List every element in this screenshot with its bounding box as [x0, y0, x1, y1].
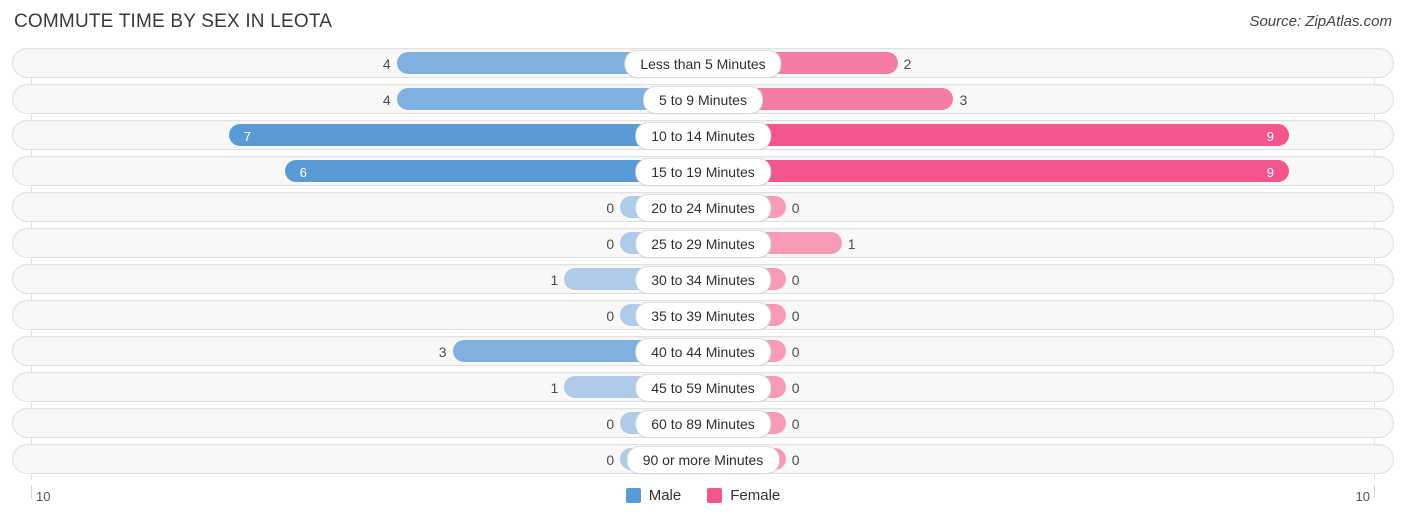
male-half: 1 — [13, 265, 703, 293]
male-value-label: 0 — [606, 236, 615, 252]
male-value-label: 0 — [606, 416, 615, 432]
male-half: 0 — [13, 301, 703, 329]
bar-row[interactable]: 6 9 15 to 19 Minutes — [12, 156, 1394, 186]
female-value-label: 0 — [791, 200, 800, 216]
male-half: 3 — [13, 337, 703, 365]
legend-swatch-female-icon — [707, 488, 723, 503]
category-label: 35 to 39 Minutes — [635, 302, 771, 330]
female-half: 0 — [703, 301, 1393, 329]
male-bar[interactable] — [228, 124, 703, 146]
female-value-label: 0 — [791, 308, 800, 324]
female-half: 9 — [703, 157, 1393, 185]
bar-row[interactable]: 4 2 Less than 5 Minutes — [12, 48, 1394, 78]
page-title: COMMUTE TIME BY SEX IN LEOTA — [14, 11, 333, 32]
male-value-label: 1 — [550, 380, 559, 396]
legend-label-female: Female — [730, 487, 781, 504]
male-half: 4 — [13, 85, 703, 113]
category-label: 5 to 9 Minutes — [643, 86, 763, 114]
female-half: 0 — [703, 337, 1393, 365]
female-value-label: 1 — [847, 236, 856, 252]
category-label: 45 to 59 Minutes — [635, 374, 771, 402]
bar-row[interactable]: 0 0 90 or more Minutes — [12, 444, 1394, 474]
bar-row[interactable]: 0 0 60 to 89 Minutes — [12, 408, 1394, 438]
female-half: 0 — [703, 409, 1393, 437]
female-half: 0 — [703, 373, 1393, 401]
male-value-label: 3 — [438, 344, 447, 360]
female-value-label: 0 — [791, 380, 800, 396]
chart-legend: Male Female — [0, 487, 1406, 504]
category-label: Less than 5 Minutes — [624, 50, 782, 78]
female-half: 1 — [703, 229, 1393, 257]
category-label: 20 to 24 Minutes — [635, 194, 771, 222]
bar-row[interactable]: 7 9 10 to 14 Minutes — [12, 120, 1394, 150]
bar-row[interactable]: 3 0 40 to 44 Minutes — [12, 336, 1394, 366]
legend-label-male: Male — [648, 487, 682, 504]
female-half: 0 — [703, 193, 1393, 221]
male-half: 6 — [13, 157, 703, 185]
male-value-label: 6 — [299, 165, 307, 180]
female-bar[interactable] — [703, 124, 1289, 146]
male-half: 0 — [13, 229, 703, 257]
male-value-label: 0 — [606, 452, 615, 468]
female-half: 3 — [703, 85, 1393, 113]
female-value-label: 9 — [1266, 165, 1275, 180]
legend-item-male[interactable]: Male — [625, 487, 682, 504]
bar-row[interactable]: 0 0 20 to 24 Minutes — [12, 192, 1394, 222]
male-value-label: 7 — [243, 129, 251, 144]
source-attribution: Source: ZipAtlas.com — [1249, 13, 1392, 30]
legend-swatch-male-icon — [625, 488, 641, 503]
bar-row[interactable]: 1 0 45 to 59 Minutes — [12, 372, 1394, 402]
male-half: 4 — [13, 49, 703, 77]
chart-plot-area: 4 2 Less than 5 Minutes 4 3 5 to 9 Minutes 7 9 1… — [0, 48, 1406, 485]
female-value-label: 0 — [791, 452, 800, 468]
bar-row[interactable]: 0 1 25 to 29 Minutes — [12, 228, 1394, 258]
male-half: 1 — [13, 373, 703, 401]
female-bar[interactable] — [703, 160, 1289, 182]
bar-row[interactable]: 0 0 35 to 39 Minutes — [12, 300, 1394, 330]
male-value-label: 1 — [550, 272, 559, 288]
male-half: 0 — [13, 193, 703, 221]
female-value-label: 0 — [791, 272, 800, 288]
male-value-label: 0 — [606, 308, 615, 324]
male-half: 7 — [13, 121, 703, 149]
category-label: 90 or more Minutes — [626, 446, 780, 474]
bar-row[interactable]: 1 0 30 to 34 Minutes — [12, 264, 1394, 294]
category-label: 60 to 89 Minutes — [635, 410, 771, 438]
bar-rows-container: 4 2 Less than 5 Minutes 4 3 5 to 9 Minutes 7 9 1… — [12, 48, 1394, 485]
category-label: 25 to 29 Minutes — [635, 230, 771, 258]
female-value-label: 0 — [791, 416, 800, 432]
female-half: 2 — [703, 49, 1393, 77]
male-value-label: 4 — [382, 56, 391, 72]
male-half: 0 — [13, 445, 703, 473]
category-label: 40 to 44 Minutes — [635, 338, 771, 366]
female-value-label: 9 — [1266, 129, 1275, 144]
female-value-label: 0 — [791, 344, 800, 360]
category-label: 30 to 34 Minutes — [635, 266, 771, 294]
female-half: 0 — [703, 265, 1393, 293]
chart-header: COMMUTE TIME BY SEX IN LEOTA Source: Zip… — [0, 0, 1406, 46]
category-label: 10 to 14 Minutes — [635, 122, 771, 150]
bar-row[interactable]: 4 3 5 to 9 Minutes — [12, 84, 1394, 114]
legend-item-female[interactable]: Female — [707, 487, 780, 504]
category-label: 15 to 19 Minutes — [635, 158, 771, 186]
female-value-label: 3 — [959, 92, 968, 108]
male-half: 0 — [13, 409, 703, 437]
female-half: 9 — [703, 121, 1393, 149]
female-half: 0 — [703, 445, 1393, 473]
chart-footer: 10 10 Male Female — [0, 485, 1406, 523]
male-value-label: 0 — [606, 200, 615, 216]
female-value-label: 2 — [903, 56, 912, 72]
male-value-label: 4 — [382, 92, 391, 108]
